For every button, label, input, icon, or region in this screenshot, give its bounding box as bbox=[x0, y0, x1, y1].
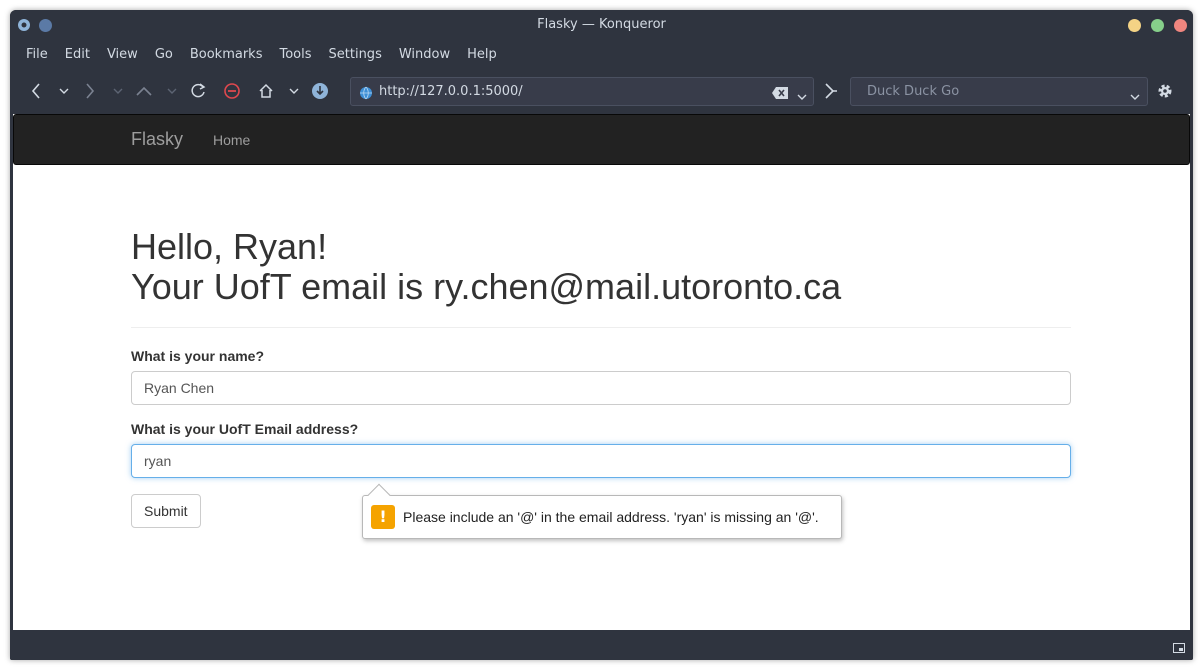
menu-bar: File Edit View Go Bookmarks Tools Settin… bbox=[10, 40, 1193, 68]
home-icon[interactable] bbox=[256, 81, 276, 101]
menu-tools[interactable]: Tools bbox=[271, 47, 319, 62]
menu-help[interactable]: Help bbox=[459, 47, 505, 62]
clear-url-icon[interactable] bbox=[771, 85, 789, 104]
search-engine-chevron-icon[interactable] bbox=[1129, 86, 1141, 105]
back-history-chevron-icon[interactable] bbox=[54, 81, 74, 101]
page-header: Hello, Ryan! Your UofT email is ry.chen@… bbox=[131, 227, 1071, 328]
menu-settings[interactable]: Settings bbox=[321, 47, 390, 62]
page-heading: Hello, Ryan! Your UofT email is ry.chen@… bbox=[131, 227, 1071, 307]
email-text: Your UofT email is ry.chen@mail.utoronto… bbox=[131, 266, 842, 307]
url-text[interactable]: http://127.0.0.1:5000/ bbox=[379, 84, 523, 99]
menu-go[interactable]: Go bbox=[147, 47, 181, 62]
greeting-text: Hello, Ryan! bbox=[131, 226, 328, 267]
nav-home-link[interactable]: Home bbox=[213, 132, 250, 148]
url-history-chevron-icon[interactable] bbox=[796, 86, 808, 105]
downloads-icon[interactable] bbox=[310, 81, 330, 101]
warning-icon: ! bbox=[371, 505, 395, 529]
menu-window[interactable]: Window bbox=[391, 47, 458, 62]
home-menu-chevron-icon[interactable] bbox=[284, 81, 304, 101]
menu-view[interactable]: View bbox=[99, 47, 146, 62]
navigation-toolbar: http://127.0.0.1:5000/ Duck Duck Go bbox=[10, 70, 1193, 112]
up-icon[interactable] bbox=[134, 81, 154, 101]
email-label: What is your UofT Email address? bbox=[131, 421, 359, 437]
site-navbar: Flasky Home bbox=[13, 114, 1190, 165]
minimize-button[interactable] bbox=[1128, 19, 1141, 32]
name-label: What is your name? bbox=[131, 348, 265, 364]
globe-icon bbox=[359, 85, 373, 104]
search-placeholder[interactable]: Duck Duck Go bbox=[867, 84, 959, 99]
window-title: Flasky — Konqueror bbox=[537, 17, 666, 32]
menu-bookmarks[interactable]: Bookmarks bbox=[182, 47, 271, 62]
url-bar[interactable]: http://127.0.0.1:5000/ bbox=[350, 77, 814, 106]
navbar-brand[interactable]: Flasky bbox=[131, 129, 183, 150]
go-arrow-icon[interactable] bbox=[820, 81, 840, 101]
up-history-chevron-icon[interactable] bbox=[162, 81, 182, 101]
title-bar: Flasky — Konqueror bbox=[10, 10, 1193, 40]
maximize-button[interactable] bbox=[1151, 19, 1164, 32]
email-input[interactable] bbox=[131, 444, 1071, 478]
status-view-icon[interactable] bbox=[1173, 638, 1185, 657]
submit-button[interactable]: Submit bbox=[131, 494, 201, 528]
back-icon[interactable] bbox=[26, 81, 46, 101]
stop-icon[interactable] bbox=[222, 81, 242, 101]
page-viewport: Flasky Home Hello, Ryan! Your UofT email… bbox=[13, 114, 1190, 630]
name-input[interactable] bbox=[131, 371, 1071, 405]
reload-icon[interactable] bbox=[188, 81, 208, 101]
status-bar bbox=[10, 630, 1193, 660]
forward-icon[interactable] bbox=[80, 81, 100, 101]
validation-tooltip: ! Please include an '@' in the email add… bbox=[362, 483, 842, 539]
close-button[interactable] bbox=[1174, 19, 1187, 32]
menu-edit[interactable]: Edit bbox=[57, 47, 98, 62]
web-search-bar[interactable]: Duck Duck Go bbox=[850, 77, 1148, 106]
settings-gear-icon[interactable] bbox=[1155, 81, 1175, 101]
menu-file[interactable]: File bbox=[18, 47, 56, 62]
validation-message: Please include an '@' in the email addre… bbox=[403, 509, 819, 525]
browser-window: Flasky — Konqueror File Edit View Go Boo… bbox=[10, 10, 1193, 660]
page-content: Hello, Ryan! Your UofT email is ry.chen@… bbox=[131, 227, 1071, 528]
forward-history-chevron-icon[interactable] bbox=[108, 81, 128, 101]
